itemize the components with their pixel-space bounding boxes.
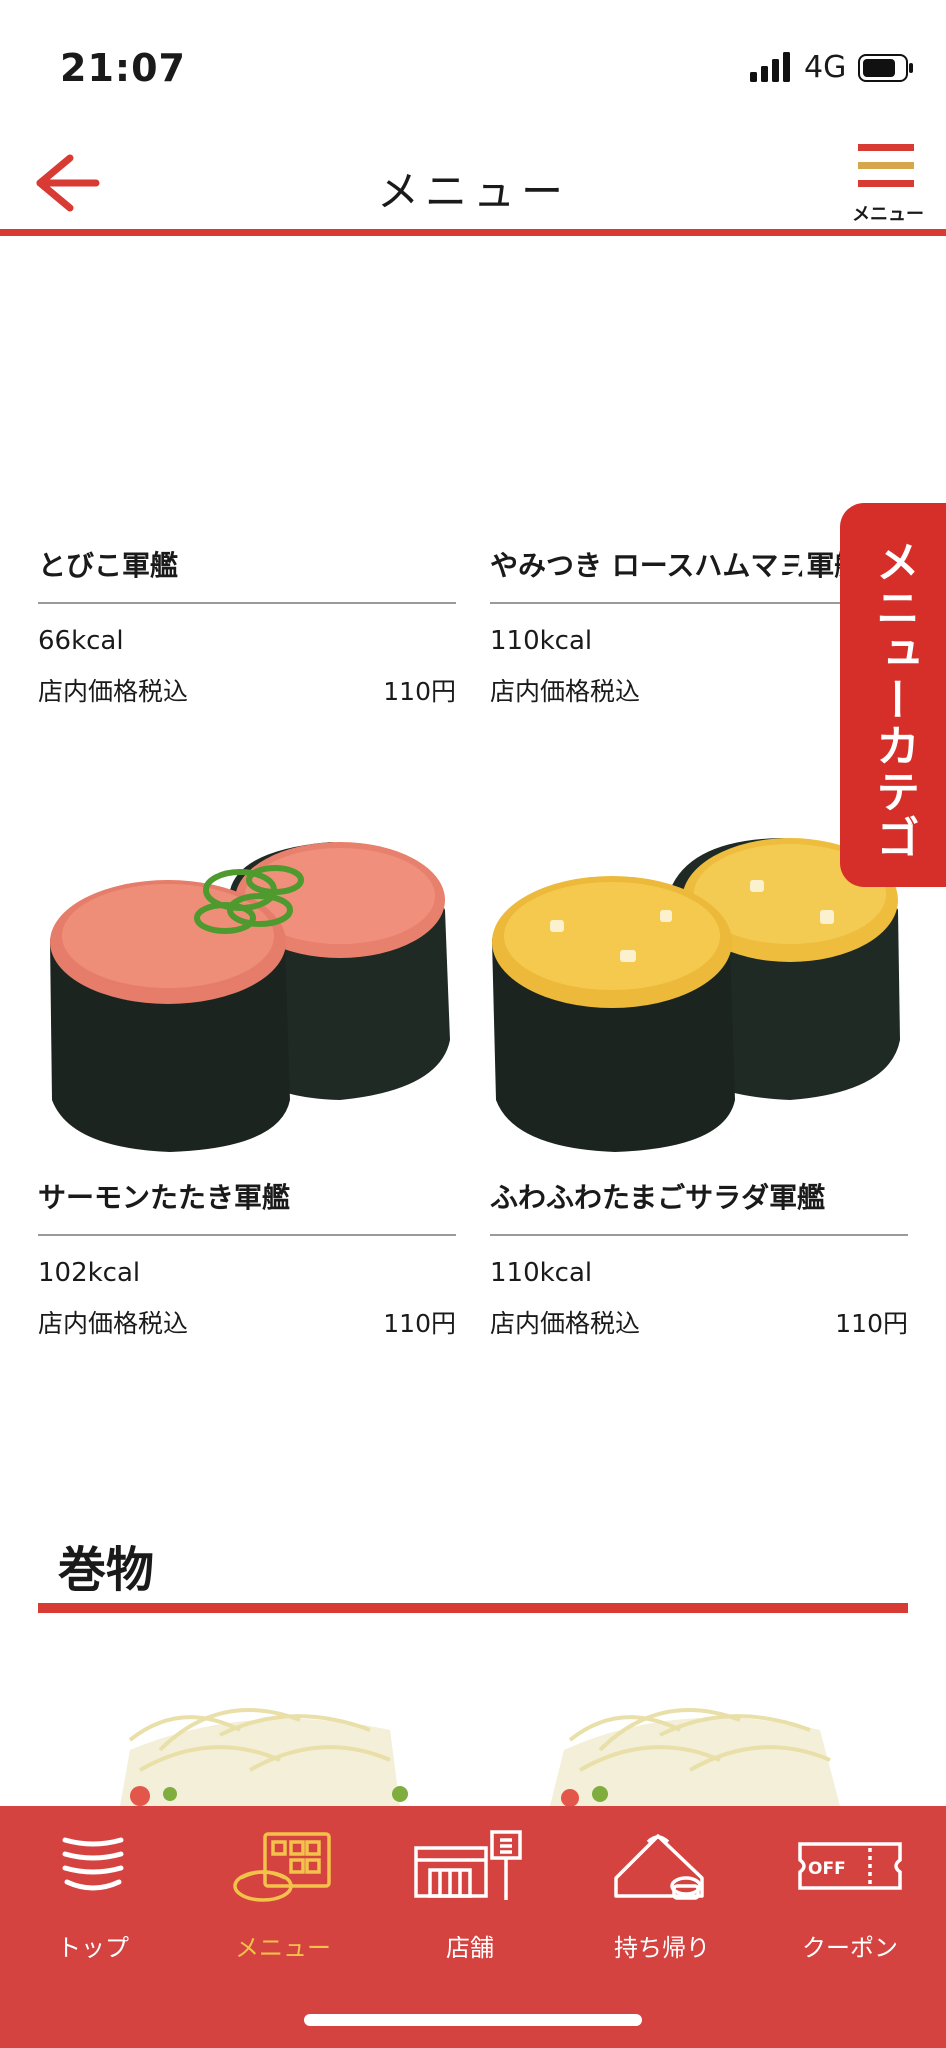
nav-takeout[interactable]: 持ち帰り: [577, 1830, 747, 1970]
takeout-icon: [614, 1834, 704, 1900]
nav-label: クーポン: [802, 1934, 898, 1962]
price-label: 店内価格税込: [490, 677, 641, 706]
nav-coupon[interactable]: OFF クーポン: [765, 1830, 935, 1970]
battery-icon: [858, 54, 913, 82]
section-divider: [38, 1603, 908, 1613]
nav-label: トップ: [57, 1934, 129, 1962]
menu-bar-icon: [858, 180, 914, 187]
plates-icon: [62, 1837, 124, 1891]
section-title: 巻物: [58, 1542, 155, 1598]
product-price: 110円: [835, 1309, 908, 1338]
page-title: メニュー: [376, 167, 569, 216]
nav-label: 店舗: [446, 1934, 494, 1962]
product-name: サーモンたたき軍艦: [38, 1181, 291, 1214]
product-kcal: 110kcal: [490, 1258, 593, 1288]
menu-category-tab[interactable]: メニューカテゴリ: [762, 503, 946, 887]
product-divider: [38, 1234, 456, 1236]
nav-store[interactable]: 店舗: [385, 1830, 555, 1970]
product-kcal: 110kcal: [490, 626, 593, 656]
product-divider: [490, 1234, 908, 1236]
price-label: 店内価格税込: [490, 1309, 641, 1338]
nav-label: メニュー: [235, 1934, 331, 1962]
nav-menu[interactable]: メニュー: [198, 1830, 368, 1970]
coupon-icon: OFF: [798, 1842, 902, 1890]
menu-button[interactable]: メニュー: [850, 144, 924, 225]
product-price: 110円: [383, 677, 456, 706]
price-label: 店内価格税込: [38, 677, 189, 706]
bottom-nav: トップ メニュー 店舗 持ち帰り OFF クーポン: [0, 1806, 946, 2048]
app-header: メニュー メニュー: [0, 130, 946, 232]
menu-sushi-icon: [233, 1832, 331, 1902]
maki-roll-image[interactable]: [100, 1690, 420, 1806]
store-icon: [414, 1830, 522, 1900]
nav-top[interactable]: トップ: [8, 1830, 178, 1970]
salmon-tataki-gunkan-image[interactable]: [40, 830, 460, 1160]
network-type: 4G: [804, 50, 847, 85]
product-price: 110円: [383, 1309, 456, 1338]
product-name: ふわふわたまごサラダ軍艦: [490, 1181, 826, 1214]
menu-button-label: メニュー: [852, 204, 924, 225]
svg-text:OFF: OFF: [808, 1859, 846, 1879]
product-kcal: 102kcal: [38, 1258, 141, 1288]
nav-label: 持ち帰り: [614, 1934, 710, 1962]
price-label: 店内価格税込: [38, 1309, 189, 1338]
menu-bar-icon: [858, 144, 914, 151]
menu-bar-icon: [858, 162, 914, 169]
menu-category-label: メニューカテゴリ: [762, 539, 919, 861]
product-divider: [38, 602, 456, 604]
home-indicator[interactable]: [304, 2014, 642, 2026]
product-kcal: 66kcal: [38, 626, 124, 656]
status-bar: 21:07 4G: [0, 0, 946, 130]
status-time: 21:07: [60, 46, 186, 90]
signal-icon: [750, 52, 790, 82]
maki-roll-image[interactable]: [540, 1690, 860, 1806]
header-divider: [0, 229, 946, 236]
product-name: とびこ軍艦: [38, 549, 179, 582]
